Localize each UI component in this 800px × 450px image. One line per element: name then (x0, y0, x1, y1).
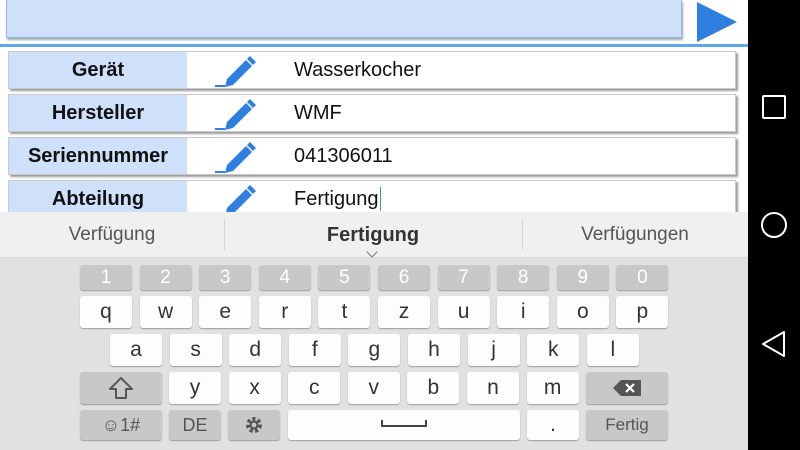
pencil-icon[interactable] (213, 55, 257, 87)
done-key[interactable]: Fertig (586, 410, 668, 440)
key-0[interactable]: 0 (616, 265, 669, 290)
key-o[interactable]: o (556, 296, 609, 328)
row-value-geraet[interactable]: Wasserkocher (294, 52, 421, 88)
key-u[interactable]: u (437, 296, 490, 328)
form-row-hersteller: Hersteller WMF (8, 94, 736, 132)
key-g[interactable]: g (348, 334, 401, 366)
key-w[interactable]: w (139, 296, 192, 328)
pencil-icon[interactable] (213, 98, 257, 130)
gear-icon (246, 417, 262, 433)
key-1[interactable]: 1 (80, 265, 132, 290)
key-2[interactable]: 2 (139, 265, 192, 290)
form-row-seriennummer: Seriennummer 041306011 (8, 137, 736, 175)
key-7[interactable]: 7 (437, 265, 490, 290)
key-b[interactable]: b (407, 372, 460, 404)
row-value-seriennummer[interactable]: 041306011 (294, 138, 393, 174)
row-label-geraet: Gerät (9, 52, 187, 88)
key-s[interactable]: s (169, 334, 222, 366)
settings-key[interactable] (228, 410, 280, 440)
key-y[interactable]: y (169, 372, 221, 404)
triangle-back-icon[interactable] (761, 330, 787, 358)
shift-key[interactable] (80, 372, 162, 404)
key-v[interactable]: v (347, 372, 400, 404)
key-j[interactable]: j (467, 334, 520, 366)
pencil-icon[interactable] (213, 141, 257, 173)
play-icon[interactable] (697, 2, 737, 42)
suggestion-bar: Verfügung Fertigung Verfügungen (0, 212, 748, 258)
key-d[interactable]: d (229, 334, 282, 366)
key-h[interactable]: h (408, 334, 460, 366)
key-8[interactable]: 8 (497, 265, 550, 290)
key-x[interactable]: x (228, 372, 281, 404)
key-5[interactable]: 5 (318, 265, 371, 290)
row-label-hersteller: Hersteller (9, 95, 187, 131)
key-e[interactable]: e (199, 296, 252, 328)
top-divider (0, 44, 748, 47)
app-screen: Gerät Wasserkocher Hersteller WMF Serien… (0, 0, 748, 450)
key-3[interactable]: 3 (199, 265, 252, 290)
suggestion-right[interactable]: Verfügungen (522, 212, 748, 258)
key-p[interactable]: p (616, 296, 669, 328)
text-cursor (379, 187, 381, 211)
key-9[interactable]: 9 (556, 265, 609, 290)
symbols-key[interactable]: ☺1# (80, 410, 162, 440)
navigation-bar (748, 0, 800, 450)
key-m[interactable]: m (526, 372, 579, 404)
key-z[interactable]: z (378, 296, 430, 328)
key-t[interactable]: t (318, 296, 371, 328)
language-key[interactable]: DE (169, 410, 221, 440)
soft-keyboard: Verfügung Fertigung Verfügungen 12345678… (0, 212, 748, 450)
suggestion-left[interactable]: Verfügung (0, 212, 224, 258)
row-value-hersteller[interactable]: WMF (294, 95, 342, 131)
backspace-icon (613, 380, 641, 396)
key-c[interactable]: c (288, 372, 341, 404)
key-q[interactable]: q (80, 296, 132, 328)
key-a[interactable]: a (110, 334, 162, 366)
key-i[interactable]: i (497, 296, 550, 328)
key-r[interactable]: r (258, 296, 311, 328)
square-icon[interactable] (762, 95, 786, 119)
key-n[interactable]: n (467, 372, 519, 404)
backspace-key[interactable] (586, 372, 668, 404)
key-k[interactable]: k (527, 334, 580, 366)
space-key[interactable] (288, 410, 520, 440)
shift-icon (109, 377, 133, 399)
key-f[interactable]: f (288, 334, 341, 366)
abteilung-text: Fertigung (294, 187, 379, 210)
key-l[interactable]: l (586, 334, 639, 366)
key-4[interactable]: 4 (258, 265, 311, 290)
circle-icon[interactable] (761, 212, 787, 238)
form-row-geraet: Gerät Wasserkocher (8, 51, 736, 89)
key-6[interactable]: 6 (378, 265, 430, 290)
row-label-seriennummer: Seriennummer (9, 138, 187, 174)
top-input-field[interactable] (6, 0, 682, 38)
space-icon (381, 420, 427, 427)
period-key[interactable]: . (527, 410, 579, 440)
